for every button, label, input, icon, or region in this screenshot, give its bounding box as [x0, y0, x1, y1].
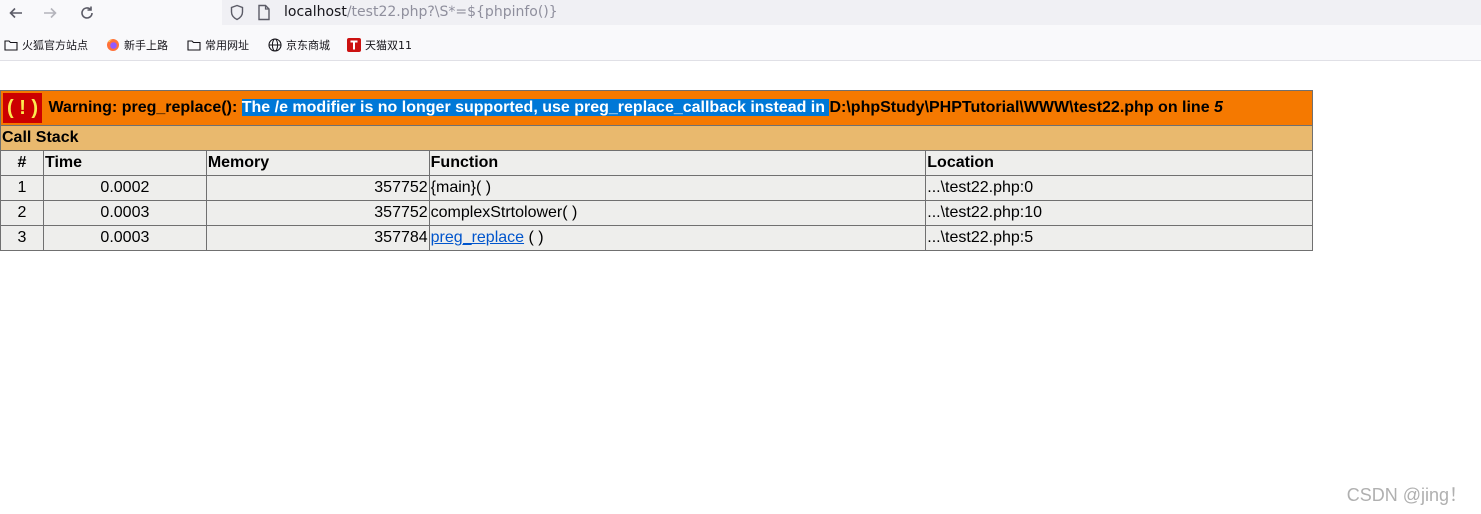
bookmark-label: 新手上路 [124, 39, 168, 52]
column-header-num: # [0, 150, 44, 176]
bookmark-tmall[interactable]: 天猫双11 [347, 37, 412, 53]
row-function: complexStrtolower( ) [428, 200, 927, 226]
folder-icon [187, 38, 201, 52]
row-memory: 357752 [205, 200, 430, 226]
url-text[interactable]: localhost/test22.php?\S*=${phpinfo()} [284, 4, 558, 21]
preg-replace-doc-link[interactable]: preg_replace [431, 229, 524, 246]
shield-icon[interactable] [229, 4, 245, 25]
bookmark-label: 常用网址 [205, 39, 249, 52]
row-memory: 357752 [205, 175, 430, 201]
tmall-icon [347, 38, 361, 52]
table-row: 1 0.0002 357752 {main}( ) ...\test22.php… [0, 175, 1313, 201]
bookmark-firefox-official[interactable]: 火狐官方站点 [4, 37, 88, 53]
call-stack-title: Call Stack [0, 125, 1313, 151]
warning-message: The /e modifier is no longer supported, … [241, 99, 830, 117]
firefox-icon [106, 38, 120, 52]
row-num: 2 [0, 200, 44, 226]
function-args: ( ) [524, 229, 544, 246]
warning-icon: ( ! ) [3, 93, 43, 123]
table-header-row: # Time Memory Function Location [0, 150, 1313, 176]
folder-icon [4, 38, 18, 52]
page-icon[interactable] [257, 4, 271, 25]
row-location: ...\test22.php:5 [925, 225, 1313, 251]
globe-icon [268, 38, 282, 52]
column-header-function: Function [428, 150, 927, 176]
column-header-time: Time [42, 150, 207, 176]
reload-icon [81, 6, 93, 19]
bookmark-jd[interactable]: 京东商城 [268, 37, 330, 53]
bookmark-label: 火狐官方站点 [22, 39, 88, 52]
xdebug-error-table: ( ! ) Warning: preg_replace(): The /e mo… [0, 90, 1313, 251]
row-time: 0.0002 [42, 175, 207, 201]
url-path: /test22.php?\S*=${phpinfo()} [346, 4, 558, 20]
bookmarks-bar: 火狐官方站点 新手上路 常用网址 京东商城 天猫双11 [0, 28, 1481, 61]
browser-toolbar: localhost/test22.php?\S*=${phpinfo()} [0, 0, 1481, 28]
bookmark-label: 京东商城 [286, 39, 330, 52]
row-time: 0.0003 [42, 225, 207, 251]
row-num: 3 [0, 225, 44, 251]
url-host: localhost [284, 4, 347, 20]
table-row: 2 0.0003 357752 complexStrtolower( ) ...… [0, 200, 1313, 226]
forward-button[interactable] [38, 2, 62, 24]
row-location: ...\test22.php:0 [925, 175, 1313, 201]
warning-path: D:\phpStudy\PHPTutorial\WWW\test22.php o… [829, 99, 1215, 117]
bookmark-label: 天猫双11 [365, 39, 412, 52]
bookmark-common-sites[interactable]: 常用网址 [187, 37, 249, 53]
reload-button[interactable] [75, 2, 99, 24]
row-function: preg_replace ( ) [428, 225, 927, 251]
row-time: 0.0003 [42, 200, 207, 226]
bookmark-getting-started[interactable]: 新手上路 [106, 37, 168, 53]
watermark: CSDN @jing！ [1346, 485, 1467, 505]
call-stack-row: Call Stack [0, 125, 1313, 151]
row-num: 1 [0, 175, 44, 201]
column-header-memory: Memory [205, 150, 430, 176]
back-arrow-icon [9, 7, 22, 19]
warning-line-number: 5 [1214, 99, 1223, 117]
table-row: 3 0.0003 357784 preg_replace ( ) ...\tes… [0, 225, 1313, 251]
row-function: {main}( ) [428, 175, 927, 201]
back-button[interactable] [4, 2, 28, 24]
warning-prefix: Warning: preg_replace(): [44, 99, 242, 117]
row-memory: 357784 [205, 225, 430, 251]
row-location: ...\test22.php:10 [925, 200, 1313, 226]
warning-header: ( ! ) Warning: preg_replace(): The /e mo… [0, 90, 1313, 126]
warning-row: ( ! ) Warning: preg_replace(): The /e mo… [0, 90, 1313, 126]
column-header-location: Location [925, 150, 1313, 176]
forward-arrow-icon [44, 7, 57, 19]
